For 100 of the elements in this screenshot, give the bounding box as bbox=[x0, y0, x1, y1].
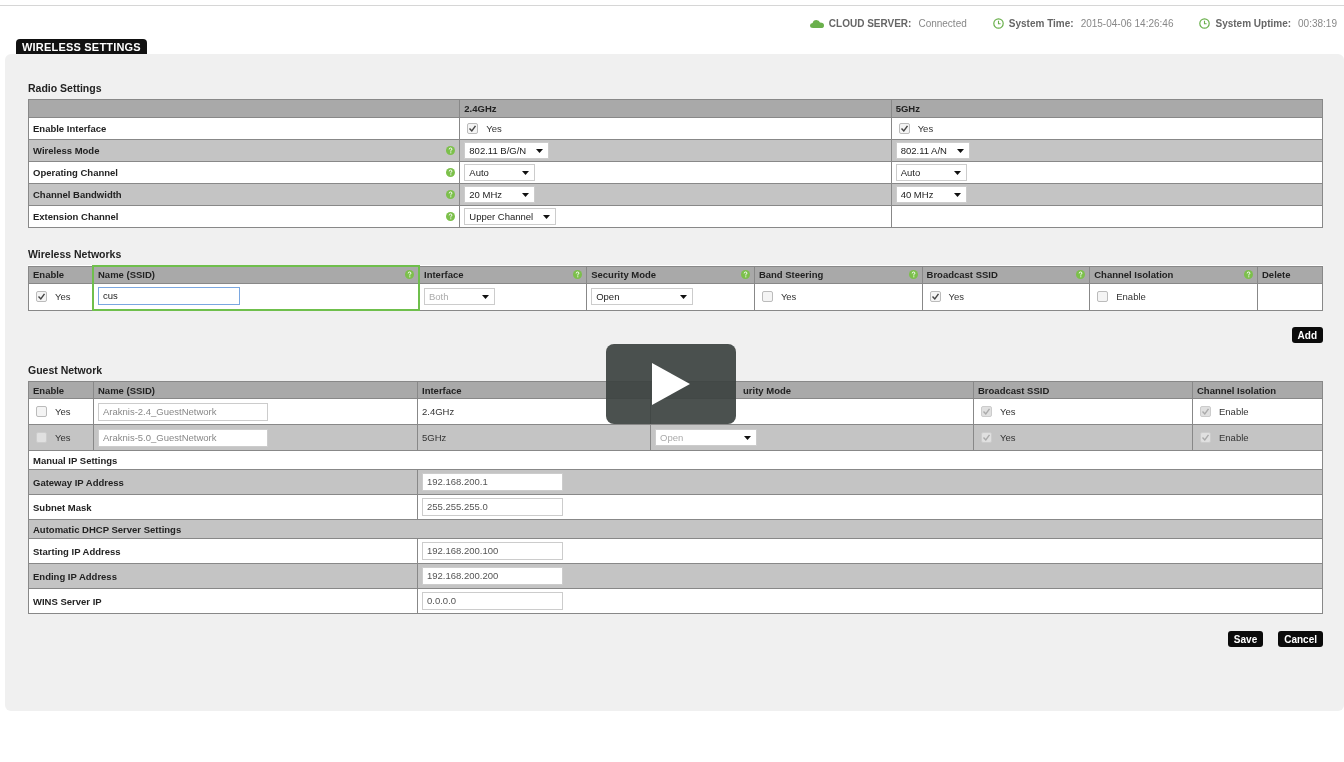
header-cell: 2.4GHz bbox=[459, 99, 892, 118]
check-icon bbox=[982, 407, 991, 416]
checkbox[interactable] bbox=[1200, 406, 1211, 417]
help-icon bbox=[446, 146, 456, 155]
caret-icon bbox=[953, 192, 961, 197]
header-cell: Channel Isolation bbox=[1192, 381, 1323, 399]
checkbox-label: Yes bbox=[55, 406, 71, 417]
checkbox-label: Enable bbox=[1219, 406, 1249, 417]
section-title: Radio Settings bbox=[28, 82, 103, 94]
checkbox[interactable] bbox=[981, 432, 992, 443]
dropdown[interactable]: 40 MHz bbox=[895, 186, 967, 203]
row-label: Operating Channel bbox=[33, 167, 118, 178]
caret-icon bbox=[956, 148, 964, 153]
checkbox[interactable] bbox=[929, 291, 941, 302]
checkbox-label: Yes bbox=[1000, 406, 1016, 417]
help-icon bbox=[405, 270, 414, 280]
checkbox-label: Enable bbox=[1116, 291, 1146, 302]
header-cell: 5GHz bbox=[891, 99, 1323, 118]
checkbox[interactable] bbox=[36, 291, 47, 302]
status-value: 2015-04-06 14:26:46 bbox=[1080, 17, 1174, 29]
interface-text: 2.4GHz bbox=[422, 406, 455, 417]
text-field[interactable]: 255.255.255.0 bbox=[422, 498, 563, 516]
caret-icon bbox=[522, 192, 530, 197]
status-label: CLOUD SERVER: bbox=[828, 17, 912, 29]
text-field[interactable]: Araknis-2.4_GuestNetwork bbox=[98, 402, 268, 421]
column-header: Enable bbox=[33, 269, 65, 280]
column-header: Security Mode bbox=[591, 269, 657, 280]
section-title: Guest Network bbox=[28, 364, 104, 376]
checkbox-label: Yes bbox=[1000, 432, 1016, 443]
column-header: Band Steering bbox=[758, 269, 824, 280]
field-label: Starting IP Address bbox=[33, 545, 121, 557]
row-label: Extension Channel bbox=[33, 211, 119, 222]
check-icon bbox=[930, 292, 940, 301]
caret-icon bbox=[536, 148, 544, 153]
header-cell: Name (SSID) bbox=[93, 381, 418, 399]
checkbox-label: Yes bbox=[55, 432, 71, 443]
column-header: Broadcast SSID bbox=[926, 269, 998, 280]
check-icon bbox=[1201, 407, 1210, 416]
checkbox-label: Yes bbox=[917, 123, 934, 134]
text-field[interactable]: 192.168.200.200 bbox=[422, 567, 563, 585]
status-label: System Uptime: bbox=[1215, 17, 1292, 29]
play-button[interactable] bbox=[606, 344, 736, 424]
action-button[interactable]: Save bbox=[1227, 631, 1264, 647]
checkbox[interactable] bbox=[1200, 432, 1211, 443]
column-header: Interface bbox=[424, 269, 464, 280]
dropdown[interactable]: 20 MHz bbox=[464, 186, 536, 203]
field-label: WINS Server IP bbox=[33, 595, 102, 607]
help-icon bbox=[740, 270, 750, 279]
checkbox[interactable] bbox=[981, 406, 992, 417]
cloud-icon bbox=[809, 18, 824, 28]
check-icon bbox=[37, 292, 46, 301]
checkbox[interactable] bbox=[467, 123, 479, 134]
help-icon bbox=[446, 212, 456, 221]
header-cell: Enable bbox=[28, 381, 94, 399]
dropdown[interactable]: Auto bbox=[464, 164, 536, 181]
checkbox[interactable] bbox=[761, 291, 773, 302]
status-value: 00:38:19 bbox=[1298, 17, 1337, 29]
interface-text: 5GHz bbox=[422, 432, 447, 443]
row-label: Enable Interface bbox=[33, 123, 107, 134]
column-header: Name (SSID) bbox=[98, 269, 155, 281]
dropdown[interactable]: 802.11 B/G/N bbox=[464, 142, 550, 159]
help-icon bbox=[446, 190, 456, 199]
caret-icon bbox=[543, 214, 551, 219]
status-value: Connected bbox=[918, 17, 967, 29]
action-button[interactable]: Cancel bbox=[1278, 631, 1323, 647]
group-label: Manual IP Settings bbox=[33, 454, 118, 466]
check-icon bbox=[899, 124, 909, 133]
row-label: Wireless Mode bbox=[33, 145, 100, 156]
checkbox[interactable] bbox=[1097, 291, 1109, 302]
caret-icon bbox=[953, 170, 961, 175]
check-icon bbox=[1201, 433, 1210, 442]
field-label: Ending IP Address bbox=[33, 570, 117, 582]
checkbox[interactable] bbox=[898, 123, 910, 134]
field-label: Gateway IP Address bbox=[33, 476, 124, 488]
text-field[interactable]: 0.0.0.0 bbox=[422, 592, 563, 610]
field-label: Subnet Mask bbox=[33, 501, 92, 513]
text-field[interactable]: 192.168.200.100 bbox=[422, 542, 563, 560]
text-field[interactable]: Araknis-5.0_GuestNetwork bbox=[98, 428, 268, 447]
help-icon bbox=[908, 270, 918, 279]
checkbox-label: Yes bbox=[948, 291, 965, 302]
text-field[interactable]: cus bbox=[98, 287, 240, 306]
play-icon bbox=[652, 363, 690, 405]
add-button[interactable]: Add bbox=[1291, 327, 1323, 343]
status-label: System Time: bbox=[1008, 17, 1074, 29]
text-field[interactable]: 192.168.200.1 bbox=[422, 473, 563, 491]
checkbox-label: Yes bbox=[780, 291, 797, 302]
caret-icon bbox=[482, 294, 489, 299]
caret-icon bbox=[744, 435, 751, 440]
caret-icon bbox=[680, 294, 688, 299]
dropdown[interactable]: Open bbox=[591, 288, 694, 305]
help-icon bbox=[1244, 270, 1253, 279]
clock-icon bbox=[1199, 17, 1211, 29]
group-label: Automatic DHCP Server Settings bbox=[33, 523, 182, 535]
dropdown[interactable]: 802.11 A/N bbox=[895, 142, 970, 159]
dropdown[interactable]: Upper Channel bbox=[464, 208, 557, 225]
header-cell: Broadcast SSID bbox=[973, 381, 1193, 399]
section-title: Wireless Networks bbox=[28, 248, 123, 260]
checkbox[interactable] bbox=[36, 406, 47, 417]
check-icon bbox=[982, 433, 991, 442]
dropdown[interactable]: Auto bbox=[895, 164, 967, 181]
